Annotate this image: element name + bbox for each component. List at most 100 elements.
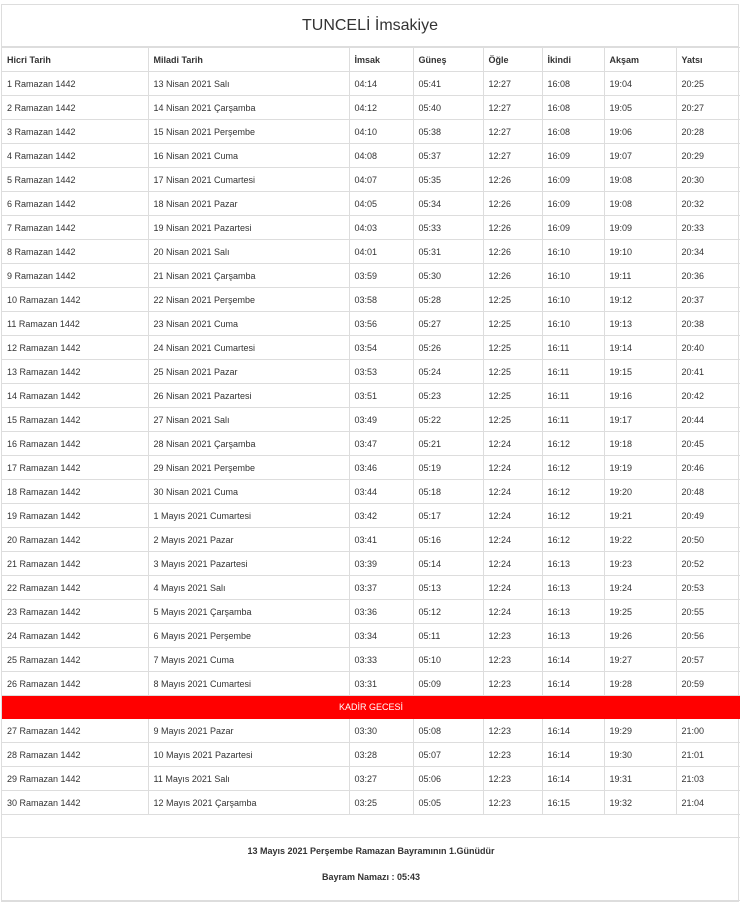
gunes-time-cell: 05:07 [412,742,484,767]
imsakiye-table: Hicri Tarih Miladi Tarih İmsak Güneş Öğl… [2,47,740,901]
spacer-cell [2,814,740,838]
ogle-time-cell: 12:27 [482,143,543,168]
ikindi-time-cell: 16:11 [541,335,605,360]
column-header-miladi: Miladi Tarih [147,47,350,72]
column-header-ikindi: İkindi [541,47,605,72]
spacer-row [2,814,740,838]
ikindi-time-cell: 16:09 [541,167,605,192]
table-body-before: 1 Ramazan 1442 13 Nisan 2021 Salı 04:14 05:… [2,71,740,696]
aksam-time-cell: 19:06 [603,119,677,144]
imsak-time-cell: 03:56 [348,311,414,336]
table-row: 6 Ramazan 1442 18 Nisan 2021 Pazar 04:05 05… [2,191,740,216]
table-row: 26 Ramazan 1442 8 Mayıs 2021 Cumartesi 03:… [2,671,740,696]
hicri-date-cell: 11 Ramazan 1442 [2,311,149,336]
imsak-time-cell: 04:05 [348,191,414,216]
yatsi-time-cell: 20:28 [675,119,740,144]
imsak-time-cell: 03:39 [348,551,414,576]
ogle-time-cell: 12:26 [482,263,543,288]
gunes-time-cell: 05:23 [412,383,484,408]
ogle-time-cell: 12:25 [482,383,543,408]
miladi-date-cell: 15 Nisan 2021 Perşembe [147,119,350,144]
miladi-date-cell: 26 Nisan 2021 Pazartesi [147,383,350,408]
gunes-time-cell: 05:21 [412,431,484,456]
yatsi-time-cell: 20:32 [675,191,740,216]
table-row: 23 Ramazan 1442 5 Mayıs 2021 Çarşamba 03:3… [2,599,740,624]
table-row: 17 Ramazan 1442 29 Nisan 2021 Perşembe 03:… [2,455,740,480]
yatsi-time-cell: 20:34 [675,239,740,264]
ikindi-time-cell: 16:11 [541,383,605,408]
gunes-time-cell: 05:26 [412,335,484,360]
gunes-time-cell: 05:18 [412,479,484,504]
table-row: 20 Ramazan 1442 2 Mayıs 2021 Pazar 03:41 05… [2,527,740,552]
hicri-date-cell: 26 Ramazan 1442 [2,671,149,696]
gunes-time-cell: 05:28 [412,287,484,312]
miladi-date-cell: 27 Nisan 2021 Salı [147,407,350,432]
yatsi-time-cell: 20:46 [675,455,740,480]
ikindi-time-cell: 16:10 [541,287,605,312]
aksam-time-cell: 19:16 [603,383,677,408]
gunes-time-cell: 05:22 [412,407,484,432]
gunes-time-cell: 05:35 [412,167,484,192]
aksam-time-cell: 19:22 [603,527,677,552]
ikindi-time-cell: 16:10 [541,263,605,288]
yatsi-time-cell: 20:45 [675,431,740,456]
aksam-time-cell: 19:09 [603,215,677,240]
yatsi-time-cell: 20:40 [675,335,740,360]
aksam-time-cell: 19:04 [603,71,677,96]
yatsi-time-cell: 21:04 [675,790,740,815]
aksam-time-cell: 19:17 [603,407,677,432]
yatsi-time-cell: 20:27 [675,95,740,120]
table-row: 18 Ramazan 1442 30 Nisan 2021 Cuma 03:44 05… [2,479,740,504]
imsak-time-cell: 03:46 [348,455,414,480]
ogle-time-cell: 12:25 [482,311,543,336]
miladi-date-cell: 17 Nisan 2021 Cumartesi [147,167,350,192]
table-row: 27 Ramazan 1442 9 Mayıs 2021 Pazar 03:30 05… [2,718,740,743]
miladi-date-cell: 21 Nisan 2021 Çarşamba [147,263,350,288]
ogle-time-cell: 12:25 [482,359,543,384]
gunes-time-cell: 05:27 [412,311,484,336]
ikindi-time-cell: 16:15 [541,790,605,815]
ikindi-time-cell: 16:08 [541,71,605,96]
hicri-date-cell: 15 Ramazan 1442 [2,407,149,432]
gunes-time-cell: 05:13 [412,575,484,600]
gunes-time-cell: 05:40 [412,95,484,120]
footer-row: 13 Mayıs 2021 Perşembe Ramazan Bayramını… [2,837,740,901]
miladi-date-cell: 16 Nisan 2021 Cuma [147,143,350,168]
table-row: 24 Ramazan 1442 6 Mayıs 2021 Perşembe 03:3… [2,623,740,648]
table-row: 25 Ramazan 1442 7 Mayıs 2021 Cuma 03:33 05:… [2,647,740,672]
table-row: 16 Ramazan 1442 28 Nisan 2021 Çarşamba 03:… [2,431,740,456]
yatsi-time-cell: 20:53 [675,575,740,600]
yatsi-time-cell: 20:37 [675,287,740,312]
miladi-date-cell: 29 Nisan 2021 Perşembe [147,455,350,480]
ikindi-time-cell: 16:11 [541,359,605,384]
imsak-time-cell: 03:59 [348,263,414,288]
ikindi-time-cell: 16:12 [541,479,605,504]
imsak-time-cell: 03:30 [348,718,414,743]
aksam-time-cell: 19:32 [603,790,677,815]
column-header-aksam: Akşam [603,47,677,72]
aksam-time-cell: 19:11 [603,263,677,288]
imsak-time-cell: 03:33 [348,647,414,672]
yatsi-time-cell: 20:49 [675,503,740,528]
gunes-time-cell: 05:19 [412,455,484,480]
ikindi-time-cell: 16:08 [541,119,605,144]
imsak-time-cell: 03:27 [348,766,414,791]
miladi-date-cell: 5 Mayıs 2021 Çarşamba [147,599,350,624]
miladi-date-cell: 6 Mayıs 2021 Perşembe [147,623,350,648]
hicri-date-cell: 10 Ramazan 1442 [2,287,149,312]
aksam-time-cell: 19:20 [603,479,677,504]
hicri-date-cell: 21 Ramazan 1442 [2,551,149,576]
gunes-time-cell: 05:16 [412,527,484,552]
ikindi-time-cell: 16:09 [541,215,605,240]
gunes-time-cell: 05:38 [412,119,484,144]
table-row: 13 Ramazan 1442 25 Nisan 2021 Pazar 03:53 0… [2,359,740,384]
hicri-date-cell: 1 Ramazan 1442 [2,71,149,96]
aksam-time-cell: 19:19 [603,455,677,480]
yatsi-time-cell: 20:30 [675,167,740,192]
miladi-date-cell: 12 Mayıs 2021 Çarşamba [147,790,350,815]
aksam-time-cell: 19:13 [603,311,677,336]
ikindi-time-cell: 16:09 [541,191,605,216]
yatsi-time-cell: 20:55 [675,599,740,624]
table-row: 1 Ramazan 1442 13 Nisan 2021 Salı 04:14 05:… [2,71,740,96]
gunes-time-cell: 05:14 [412,551,484,576]
